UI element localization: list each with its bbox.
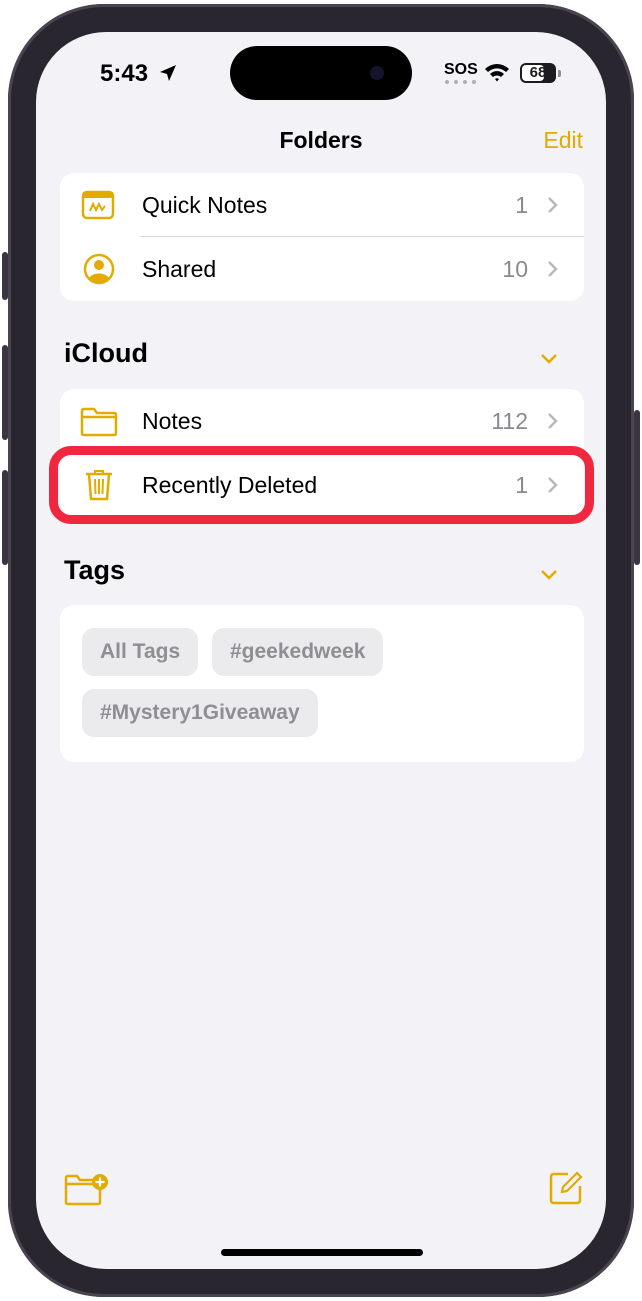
folder-row-notes[interactable]: Notes 112 xyxy=(60,389,584,453)
wifi-icon xyxy=(485,64,509,82)
signal-dots-icon xyxy=(445,80,476,84)
tag-all-tags[interactable]: All Tags xyxy=(82,628,199,676)
highlight-annotation xyxy=(49,446,594,524)
folder-row-quick-notes[interactable]: Quick Notes 1 xyxy=(60,173,584,237)
folder-count: 1 xyxy=(515,192,528,218)
power-button xyxy=(634,410,640,565)
folder-label: Quick Notes xyxy=(142,192,268,218)
volume-up-button xyxy=(2,345,8,440)
tag-mystery1giveaway[interactable]: #Mystery1Giveaway xyxy=(82,689,318,737)
screen: 5:43 SOS 68 Folders Edit Quick Notes 1 S… xyxy=(36,32,606,1269)
battery-icon: 68 xyxy=(520,63,556,83)
status-time: 5:43 xyxy=(100,60,149,87)
chevron-right-icon xyxy=(548,261,558,277)
chevron-down-icon[interactable] xyxy=(538,568,560,582)
chevron-down-icon[interactable] xyxy=(538,352,560,366)
folder-label: Notes xyxy=(142,408,203,434)
shared-person-icon xyxy=(83,253,115,285)
status-bar: 5:43 SOS 68 xyxy=(36,32,606,112)
action-button xyxy=(2,252,8,300)
camera-icon xyxy=(370,66,384,80)
chevron-right-icon xyxy=(548,197,558,213)
page-title: Folders xyxy=(279,127,363,153)
section-header-icloud: iCloud xyxy=(64,338,148,368)
compose-icon[interactable] xyxy=(548,1170,584,1206)
new-folder-icon[interactable] xyxy=(64,1170,110,1206)
section-header-tags: Tags xyxy=(64,555,126,585)
top-folders-card: Quick Notes 1 Shared 10 xyxy=(60,173,584,301)
battery-nub xyxy=(558,70,561,77)
location-arrow-icon xyxy=(160,65,176,81)
volume-down-button xyxy=(2,470,8,565)
folder-count: 112 xyxy=(491,408,528,434)
tags-card: All Tags #geekedweek #Mystery1Giveaway xyxy=(60,605,584,762)
quick-note-icon xyxy=(81,190,115,220)
battery-level: 68 xyxy=(529,64,547,81)
folder-count: 10 xyxy=(502,256,528,282)
dynamic-island xyxy=(230,46,412,100)
folder-row-shared[interactable]: Shared 10 xyxy=(60,237,584,301)
folder-label: Shared xyxy=(142,256,217,282)
chevron-right-icon xyxy=(548,413,558,429)
folder-icon xyxy=(80,407,118,437)
home-indicator xyxy=(221,1249,423,1256)
sos-indicator: SOS xyxy=(444,61,478,78)
tag-geekedweek[interactable]: #geekedweek xyxy=(212,628,384,676)
edit-button[interactable]: Edit xyxy=(543,127,583,154)
